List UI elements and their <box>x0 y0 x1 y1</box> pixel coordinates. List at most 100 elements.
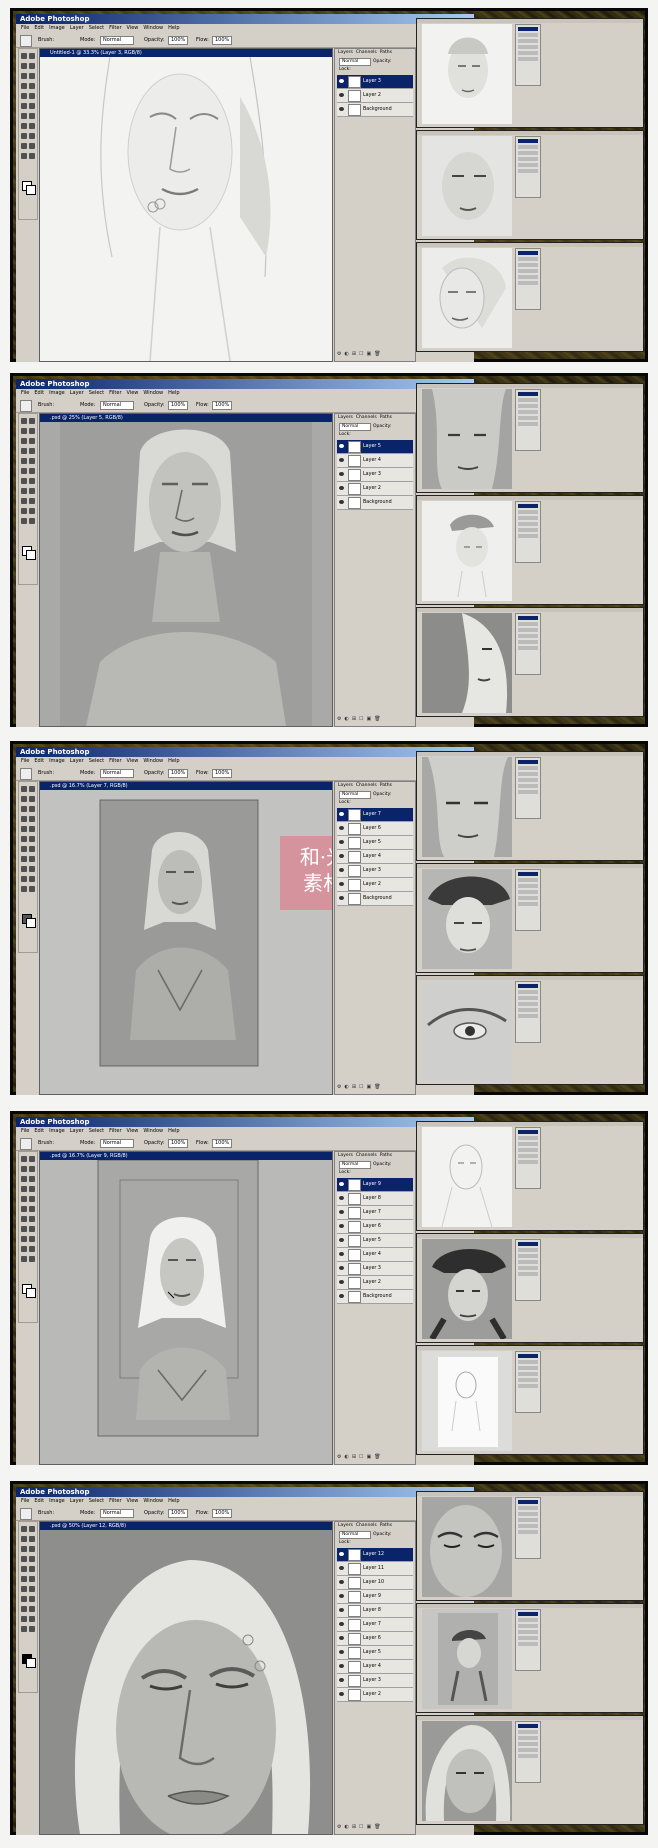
canvas[interactable] <box>40 422 332 726</box>
blur-tool-icon[interactable] <box>21 1586 27 1592</box>
wand-tool-icon[interactable] <box>29 428 35 434</box>
marquee-tool-icon[interactable] <box>21 1526 27 1532</box>
menu-edit[interactable]: Edit <box>34 25 44 31</box>
type-tool-icon[interactable] <box>29 488 35 494</box>
wand-tool-icon[interactable] <box>29 796 35 802</box>
canvas[interactable] <box>40 1530 332 1834</box>
tab-layers[interactable]: Layers <box>338 783 353 788</box>
mode-select[interactable]: Normal <box>100 36 134 45</box>
eye-icon[interactable] <box>339 1622 344 1626</box>
eye-icon[interactable] <box>339 1280 344 1284</box>
eraser-tool-icon[interactable] <box>21 836 27 842</box>
move-tool-icon[interactable] <box>29 418 35 424</box>
menu-select[interactable]: Select <box>89 1128 104 1134</box>
menu-file[interactable]: File <box>21 390 29 396</box>
marquee-tool-icon[interactable] <box>21 418 27 424</box>
brush-tool-icon[interactable] <box>29 816 35 822</box>
menu-select[interactable]: Select <box>89 25 104 31</box>
menu-layer[interactable]: Layer <box>70 390 84 396</box>
lasso-tool-icon[interactable] <box>21 1166 27 1172</box>
blur-tool-icon[interactable] <box>21 478 27 484</box>
gradient-tool-icon[interactable] <box>29 468 35 474</box>
eye-icon[interactable] <box>339 1252 344 1256</box>
layer-row[interactable]: Layer 3 <box>337 864 413 878</box>
zoom-tool-icon[interactable] <box>29 153 35 159</box>
brush-tool-icon[interactable] <box>20 1508 32 1520</box>
tab-paths[interactable]: Paths <box>380 1153 392 1158</box>
menu-edit[interactable]: Edit <box>34 1128 44 1134</box>
menu-help[interactable]: Help <box>168 390 179 396</box>
menu-filter[interactable]: Filter <box>109 758 121 764</box>
path-tool-icon[interactable] <box>21 1226 27 1232</box>
eyedropper-tool-icon[interactable] <box>29 1246 35 1252</box>
eraser-tool-icon[interactable] <box>21 103 27 109</box>
path-tool-icon[interactable] <box>21 123 27 129</box>
slice-tool-icon[interactable] <box>29 806 35 812</box>
move-tool-icon[interactable] <box>29 786 35 792</box>
blur-tool-icon[interactable] <box>21 1216 27 1222</box>
menu-layer[interactable]: Layer <box>70 1128 84 1134</box>
menu-image[interactable]: Image <box>49 25 65 31</box>
shape-tool-icon[interactable] <box>29 866 35 872</box>
dodge-tool-icon[interactable] <box>29 846 35 852</box>
layer-row[interactable]: Layer 4 <box>337 850 413 864</box>
tab-layers[interactable]: Layers <box>338 1523 353 1528</box>
brush-tool-icon[interactable] <box>20 1138 32 1150</box>
menu-view[interactable]: View <box>127 390 139 396</box>
mode-select[interactable]: Normal <box>100 769 134 778</box>
slice-tool-icon[interactable] <box>29 1546 35 1552</box>
dodge-tool-icon[interactable] <box>29 478 35 484</box>
eye-icon[interactable] <box>339 1238 344 1242</box>
tab-channels[interactable]: Channels <box>356 415 377 420</box>
layer-actions-icons[interactable]: ⚙◐⊞☐▣🗑 <box>337 716 413 724</box>
layer-row[interactable]: Layer 3 <box>337 1262 413 1276</box>
menu-image[interactable]: Image <box>49 390 65 396</box>
menu-select[interactable]: Select <box>89 758 104 764</box>
flow-field[interactable]: 100% <box>212 1139 232 1148</box>
tab-paths[interactable]: Paths <box>380 50 392 55</box>
layer-row[interactable]: Layer 2 <box>337 89 413 103</box>
layer-row[interactable]: Layer 5 <box>337 1646 413 1660</box>
dodge-tool-icon[interactable] <box>29 1586 35 1592</box>
mode-select[interactable]: Normal <box>100 1139 134 1148</box>
eye-icon[interactable] <box>339 812 344 816</box>
layer-row[interactable]: Layer 5 <box>337 1234 413 1248</box>
lasso-tool-icon[interactable] <box>21 428 27 434</box>
tab-paths[interactable]: Paths <box>380 783 392 788</box>
menu-select[interactable]: Select <box>89 390 104 396</box>
eye-icon[interactable] <box>339 854 344 858</box>
notes-tool-icon[interactable] <box>21 508 27 514</box>
menu-view[interactable]: View <box>127 25 139 31</box>
eye-icon[interactable] <box>339 486 344 490</box>
slice-tool-icon[interactable] <box>29 1176 35 1182</box>
tab-paths[interactable]: Paths <box>380 1523 392 1528</box>
layer-row[interactable]: Layer 3 <box>337 75 413 89</box>
opacity-field[interactable]: 100% <box>168 1509 188 1518</box>
eye-icon[interactable] <box>339 826 344 830</box>
lasso-tool-icon[interactable] <box>21 1536 27 1542</box>
lasso-tool-icon[interactable] <box>21 796 27 802</box>
menu-image[interactable]: Image <box>49 1498 65 1504</box>
layer-row[interactable]: Layer 5 <box>337 836 413 850</box>
layer-row[interactable]: Layer 7 <box>337 1618 413 1632</box>
menu-filter[interactable]: Filter <box>109 25 121 31</box>
menu-edit[interactable]: Edit <box>34 390 44 396</box>
wand-tool-icon[interactable] <box>29 1536 35 1542</box>
hand-tool-icon[interactable] <box>21 153 27 159</box>
layer-row[interactable]: Layer 2 <box>337 878 413 892</box>
background-color-swatch[interactable] <box>26 185 36 195</box>
canvas[interactable] <box>40 1160 332 1464</box>
eyedropper-tool-icon[interactable] <box>29 143 35 149</box>
eye-icon[interactable] <box>339 896 344 900</box>
heal-tool-icon[interactable] <box>21 816 27 822</box>
eye-icon[interactable] <box>339 1664 344 1668</box>
menu-view[interactable]: View <box>127 758 139 764</box>
tab-channels[interactable]: Channels <box>356 1523 377 1528</box>
notes-tool-icon[interactable] <box>21 1246 27 1252</box>
blend-mode-select[interactable]: Normal <box>339 58 371 66</box>
eye-icon[interactable] <box>339 1552 344 1556</box>
blur-tool-icon[interactable] <box>21 113 27 119</box>
history-brush-icon[interactable] <box>29 1196 35 1202</box>
tab-layers[interactable]: Layers <box>338 1153 353 1158</box>
tab-channels[interactable]: Channels <box>356 783 377 788</box>
